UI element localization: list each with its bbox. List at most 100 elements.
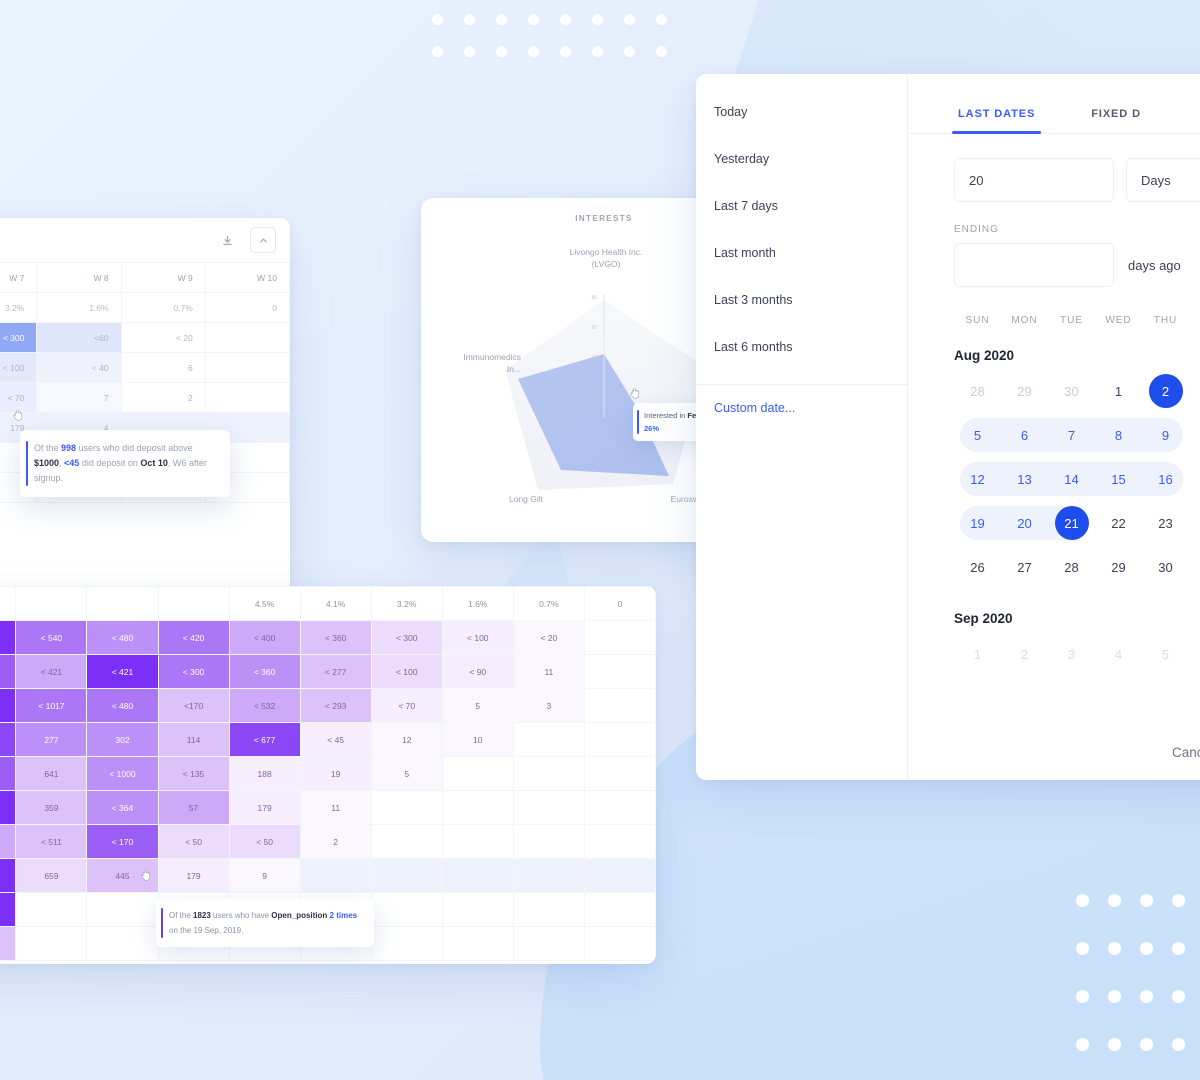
calendar-day[interactable]: 22 (1095, 506, 1142, 540)
calendar-day[interactable]: 12 (954, 462, 1001, 496)
calendar-day[interactable]: 20 (1001, 506, 1048, 540)
heatmap-cell[interactable]: < 400 (228, 620, 301, 655)
heatmap-cell[interactable] (512, 824, 585, 859)
heatmap-cell[interactable]: < 277 (299, 654, 372, 689)
calendar-day[interactable]: 3 (1048, 637, 1095, 671)
calendar-day[interactable]: 26 (954, 550, 1001, 584)
table-row[interactable]: 1593239359< 3645717911 (0, 790, 656, 825)
heatmap-cell[interactable]: 5 (441, 688, 514, 723)
heatmap-cell[interactable]: 11 (299, 790, 372, 825)
heatmap-cell[interactable] (370, 926, 443, 961)
heatmap-cell[interactable] (441, 756, 514, 791)
calendar-day[interactable]: 14 (1048, 462, 1095, 496)
heatmap-cell[interactable]: < 45 (299, 722, 372, 757)
table-cell[interactable] (204, 382, 290, 413)
calendar-day[interactable]: 29 (1095, 550, 1142, 584)
heatmap-cell[interactable]: < 532 (228, 688, 301, 723)
heatmap-cell[interactable] (583, 722, 656, 757)
date-preset-last-3-months[interactable]: Last 3 months (696, 276, 907, 323)
heatmap-cell[interactable]: 359 (15, 790, 88, 825)
calendar-day[interactable]: 2 (1001, 637, 1048, 671)
heatmap-cell[interactable] (583, 824, 656, 859)
calendar-day[interactable]: 23 (1142, 506, 1189, 540)
table-cell[interactable]: < 40 (36, 352, 122, 383)
table-row[interactable]: 883< 619< 511< 170< 50< 502 (0, 824, 656, 859)
heatmap-cell[interactable]: < 300 (370, 620, 443, 655)
unit-select[interactable]: Days (1126, 158, 1200, 202)
calendar-day[interactable]: 15 (1095, 462, 1142, 496)
heatmap-cell[interactable]: 12 (370, 722, 443, 757)
heatmap-cell[interactable]: < 921 (0, 688, 17, 723)
table-cell[interactable]: <60 (36, 322, 122, 353)
table-cell[interactable] (204, 352, 290, 383)
table-cell[interactable]: < 300 (0, 322, 38, 353)
tab-fixed-d[interactable]: FIXED D (1085, 108, 1147, 133)
heatmap-cell[interactable] (86, 926, 159, 961)
heatmap-cell[interactable] (583, 858, 656, 893)
heatmap-cell[interactable]: 3 (512, 688, 585, 723)
table-row[interactable]: 2 631< 500< 421< 421< 300< 360< 277< 100… (0, 654, 656, 689)
calendar-day[interactable]: 30 (1142, 550, 1189, 584)
calendar-day[interactable]: 5 (954, 418, 1001, 452)
heatmap-cell[interactable]: < 20 (512, 620, 585, 655)
heatmap-cell[interactable] (441, 790, 514, 825)
heatmap-cell[interactable] (370, 858, 443, 893)
heatmap-cell[interactable]: < 1017 (15, 688, 88, 723)
table-row[interactable]: 4144136594451799 (0, 858, 656, 893)
heatmap-cell[interactable]: < 619 (0, 824, 17, 859)
heatmap-cell[interactable]: < 1023 (0, 722, 17, 757)
heatmap-cell[interactable] (15, 892, 88, 927)
calendar-day[interactable]: 16 (1142, 462, 1189, 496)
heatmap-cell[interactable]: 57 (157, 790, 230, 825)
heatmap-cell[interactable] (441, 926, 514, 961)
table-cell[interactable] (204, 322, 290, 353)
calendar-day[interactable]: 1 (954, 637, 1001, 671)
heatmap-cell[interactable] (512, 926, 585, 961)
table-cell[interactable]: < 20 (120, 322, 206, 353)
heatmap-cell[interactable]: 19 (299, 756, 372, 791)
date-preset-yesterday[interactable]: Yesterday (696, 135, 907, 182)
heatmap-cell[interactable]: < 500 (0, 756, 17, 791)
date-preset-last-6-months[interactable]: Last 6 months (696, 323, 907, 370)
heatmap-cell[interactable] (15, 926, 88, 961)
heatmap-cell[interactable] (583, 620, 656, 655)
heatmap-cell[interactable] (512, 892, 585, 927)
calendar-day[interactable]: 7 (1048, 418, 1095, 452)
heatmap-cell[interactable]: < 480 (86, 688, 159, 723)
heatmap-cell[interactable]: 659 (15, 858, 88, 893)
heatmap-cell[interactable]: < 421 (86, 654, 159, 689)
heatmap-cell[interactable] (441, 892, 514, 927)
heatmap-cell[interactable]: 9 (228, 858, 301, 893)
heatmap-cell[interactable]: < 300 (157, 654, 230, 689)
heatmap-cell[interactable]: 413 (0, 858, 17, 893)
heatmap-cell[interactable]: < 600 (0, 620, 17, 655)
table-cell[interactable]: 2 (120, 382, 206, 413)
heatmap-cell[interactable] (583, 654, 656, 689)
calendar-day[interactable]: 9 (1142, 418, 1189, 452)
table-row[interactable]: 1 823< 921< 1017< 480<170< 532< 293< 705… (0, 688, 656, 723)
table-row[interactable]: 998< 1023277302114< 677< 451210 (0, 722, 656, 757)
heatmap-cell[interactable]: 179 (228, 790, 301, 825)
heatmap-cell[interactable]: < 100 (370, 654, 443, 689)
heatmap-cell[interactable]: < 100 (441, 620, 514, 655)
heatmap-cell[interactable]: < 1000 (86, 756, 159, 791)
heatmap-cell[interactable]: < 50 (228, 824, 301, 859)
table-row[interactable]: 3 415< 600< 540< 480< 420< 400< 360< 300… (0, 620, 656, 655)
table-row[interactable]: < 293< 7072 (0, 382, 290, 413)
heatmap-cell[interactable] (370, 824, 443, 859)
heatmap-cell[interactable] (370, 892, 443, 927)
heatmap-cell[interactable] (512, 756, 585, 791)
calendar-day[interactable]: 28 (954, 374, 1001, 408)
date-preset-custom-date[interactable]: Custom date... (696, 384, 907, 431)
heatmap-cell[interactable]: 114 (157, 722, 230, 757)
ending-input[interactable] (954, 243, 1114, 287)
heatmap-cell[interactable] (512, 790, 585, 825)
calendar-day[interactable]: 30 (1048, 374, 1095, 408)
heatmap-cell[interactable]: < 364 (86, 790, 159, 825)
heatmap-cell[interactable] (86, 892, 159, 927)
calendar-day[interactable]: 29 (1001, 374, 1048, 408)
table-cell[interactable]: 6 (120, 352, 206, 383)
heatmap-cell[interactable]: < 50 (157, 824, 230, 859)
heatmap-cell[interactable]: 11 (512, 654, 585, 689)
heatmap-cell[interactable]: 10 (441, 722, 514, 757)
